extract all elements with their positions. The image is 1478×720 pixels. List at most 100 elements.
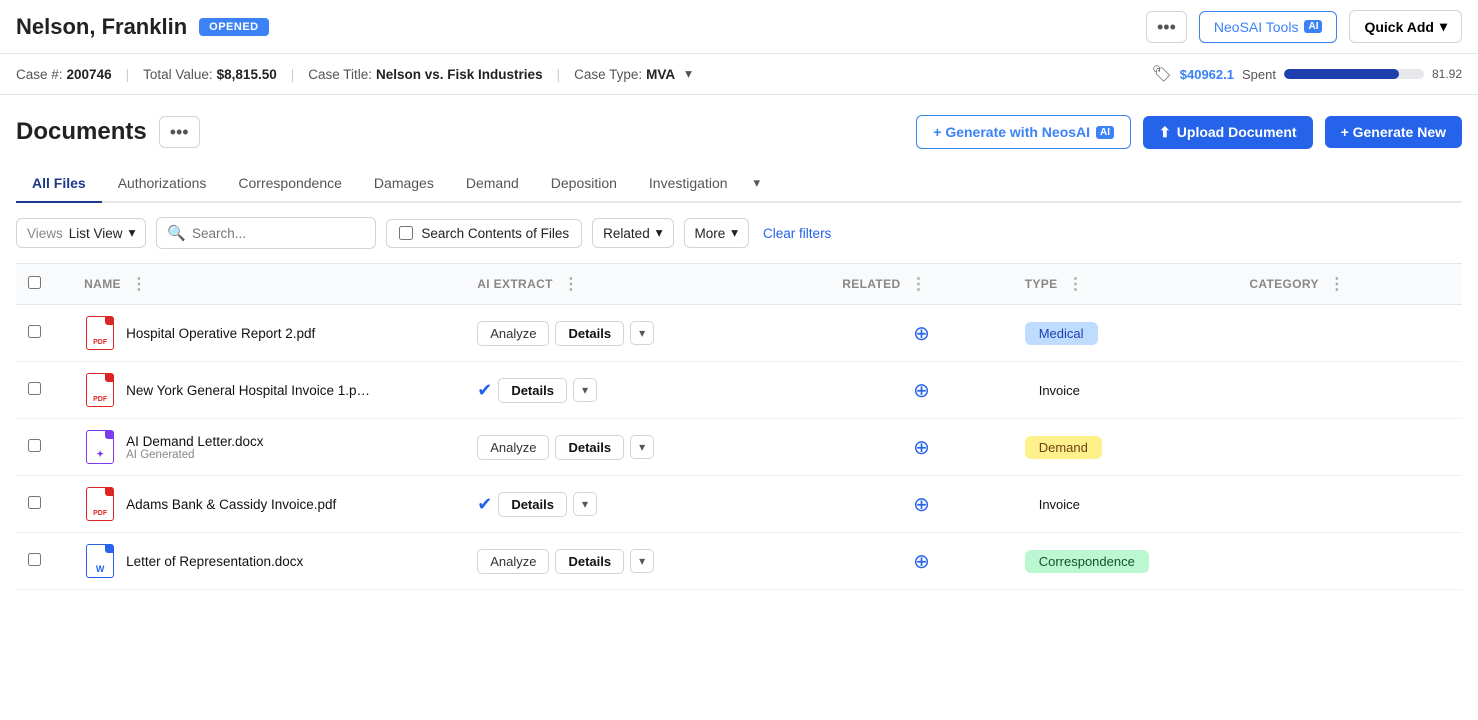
quick-add-chevron-icon: ▾ — [1440, 18, 1447, 35]
related-chevron-icon: ▾ — [656, 225, 663, 241]
add-related-button[interactable]: ⊕ — [913, 551, 930, 573]
generate-new-button[interactable]: + Generate New — [1325, 116, 1462, 148]
documents-title: Documents — [16, 118, 147, 146]
file-name-main[interactable]: Hospital Operative Report 2.pdf — [126, 326, 315, 341]
row-checkbox-3[interactable] — [28, 439, 41, 452]
details-chevron-button[interactable]: ▾ — [573, 378, 597, 402]
budget-icon: 🏷 — [1151, 64, 1171, 84]
search-contents-filter[interactable]: Search Contents of Files — [386, 219, 582, 248]
type-badge: Invoice — [1025, 379, 1094, 402]
col-category-header: CATEGORY ⋮ — [1237, 264, 1462, 305]
more-select[interactable]: More ▾ — [684, 218, 750, 248]
case-type-dropdown[interactable]: ▾ — [685, 66, 692, 82]
quick-add-label: Quick Add — [1364, 19, 1434, 35]
views-select[interactable]: Views List View ▾ — [16, 218, 146, 248]
file-cell: New York General Hospital Invoice 1.p… — [84, 372, 453, 408]
file-name-main[interactable]: AI Demand Letter.docx — [126, 434, 263, 449]
tab-deposition[interactable]: Deposition — [535, 165, 633, 203]
tab-investigation[interactable]: Investigation — [633, 165, 744, 203]
file-name-main[interactable]: Adams Bank & Cassidy Invoice.pdf — [126, 497, 336, 512]
header-dots-button[interactable]: ••• — [1146, 11, 1187, 43]
row-checkbox-2[interactable] — [28, 382, 41, 395]
file-name-main[interactable]: Letter of Representation.docx — [126, 554, 303, 569]
col-category-menu-icon[interactable]: ⋮ — [1325, 274, 1349, 294]
details-button[interactable]: Details — [498, 378, 567, 403]
ai-cell: ✔ Details ▾ — [477, 492, 818, 517]
file-icon — [84, 315, 116, 351]
file-name-wrap: Letter of Representation.docx — [126, 554, 303, 569]
case-type-item: Case Type: MVA — [574, 67, 675, 82]
upload-document-button[interactable]: ⬆ Upload Document — [1143, 116, 1313, 149]
type-badge: Correspondence — [1025, 550, 1149, 573]
table-row: Adams Bank & Cassidy Invoice.pdf ✔ Detai… — [16, 476, 1462, 533]
analyze-button[interactable]: Analyze — [477, 435, 549, 460]
col-type-menu-icon[interactable]: ⋮ — [1064, 274, 1088, 294]
col-related-label: RELATED — [842, 277, 900, 291]
document-tabs: All Files Authorizations Correspondence … — [16, 165, 1462, 203]
analyze-button[interactable]: Analyze — [477, 321, 549, 346]
quick-add-button[interactable]: Quick Add ▾ — [1349, 10, 1462, 43]
col-name-header: NAME ⋮ — [72, 264, 465, 305]
documents-table: NAME ⋮ AI EXTRACT ⋮ RELATED ⋮ — [16, 263, 1462, 590]
budget-progress-pct: 81.92 — [1432, 67, 1462, 81]
tab-demand[interactable]: Demand — [450, 165, 535, 203]
table-row: AI Demand Letter.docx AI Generated Analy… — [16, 419, 1462, 476]
upload-label: Upload Document — [1177, 124, 1297, 140]
case-type-label: Case Type: — [574, 67, 642, 82]
budget-progress-fill — [1284, 69, 1399, 79]
file-name-main[interactable]: New York General Hospital Invoice 1.p… — [126, 383, 370, 398]
tab-authorizations[interactable]: Authorizations — [102, 165, 223, 203]
add-related-button[interactable]: ⊕ — [913, 437, 930, 459]
clear-filters-button[interactable]: Clear filters — [759, 220, 835, 247]
add-related-button[interactable]: ⊕ — [913, 494, 930, 516]
type-badge: Invoice — [1025, 493, 1094, 516]
file-name-wrap: Hospital Operative Report 2.pdf — [126, 326, 315, 341]
row-checkbox-4[interactable] — [28, 496, 41, 509]
type-badge: Medical — [1025, 322, 1098, 345]
documents-table-wrap: NAME ⋮ AI EXTRACT ⋮ RELATED ⋮ — [16, 263, 1462, 590]
tab-correspondence[interactable]: Correspondence — [222, 165, 358, 203]
neosai-tools-button[interactable]: NeoSAI Tools AI — [1199, 11, 1338, 43]
details-chevron-button[interactable]: ▾ — [630, 549, 654, 573]
col-related-menu-icon[interactable]: ⋮ — [907, 274, 931, 294]
search-wrap: 🔍 — [156, 217, 376, 249]
select-all-checkbox[interactable] — [28, 276, 41, 289]
details-button[interactable]: Details — [555, 321, 624, 346]
documents-header: Documents ••• + Generate with NeosAI AI … — [16, 115, 1462, 149]
col-type-label: TYPE — [1025, 277, 1058, 291]
more-label: More — [695, 226, 726, 241]
analyze-button[interactable]: Analyze — [477, 549, 549, 574]
file-icon — [84, 429, 116, 465]
file-icon — [84, 372, 116, 408]
details-button[interactable]: Details — [555, 549, 624, 574]
ai-cell: Analyze Details ▾ — [477, 549, 818, 574]
search-input[interactable] — [192, 226, 342, 241]
details-button[interactable]: Details — [498, 492, 567, 517]
tabs-more-chevron[interactable]: ▾ — [750, 165, 765, 201]
search-contents-checkbox[interactable] — [399, 226, 413, 240]
related-select[interactable]: Related ▾ — [592, 218, 673, 248]
case-title-label: Case Title: — [308, 67, 372, 82]
tab-damages[interactable]: Damages — [358, 165, 450, 203]
documents-dots-button[interactable]: ••• — [159, 116, 200, 148]
pdf-icon — [86, 316, 114, 350]
case-number-value: 200746 — [67, 67, 112, 82]
list-view-label: List View — [69, 226, 123, 241]
case-title-item: Case Title: Nelson vs. Fisk Industries — [308, 67, 542, 82]
row-checkbox-1[interactable] — [28, 325, 41, 338]
row-checkbox-5[interactable] — [28, 553, 41, 566]
details-chevron-button[interactable]: ▾ — [630, 435, 654, 459]
status-badge: OPENED — [199, 18, 268, 36]
file-cell: AI Demand Letter.docx AI Generated — [84, 429, 453, 465]
tab-all-files[interactable]: All Files — [16, 165, 102, 203]
generate-with-neosai-button[interactable]: + Generate with NeosAI AI — [916, 115, 1131, 149]
add-related-button[interactable]: ⊕ — [913, 323, 930, 345]
generate-neosai-label: + Generate with NeosAI — [933, 124, 1090, 140]
neosai-tools-label: NeoSAI Tools — [1214, 19, 1299, 35]
details-chevron-button[interactable]: ▾ — [573, 492, 597, 516]
details-button[interactable]: Details — [555, 435, 624, 460]
col-ai-menu-icon[interactable]: ⋮ — [559, 274, 583, 294]
add-related-button[interactable]: ⊕ — [913, 380, 930, 402]
col-name-menu-icon[interactable]: ⋮ — [127, 274, 151, 294]
details-chevron-button[interactable]: ▾ — [630, 321, 654, 345]
